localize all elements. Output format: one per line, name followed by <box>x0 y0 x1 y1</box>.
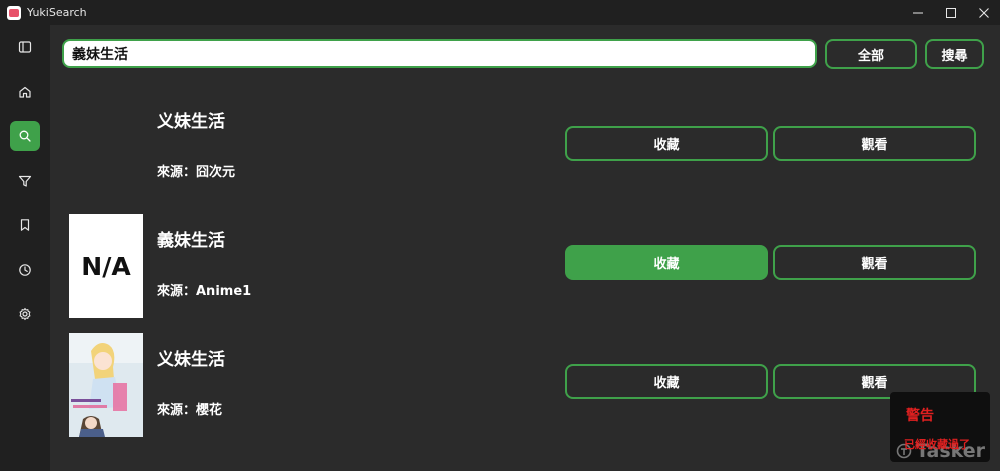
favorite-button[interactable]: 收藏 <box>565 126 768 161</box>
sidebar-item-search[interactable] <box>10 121 40 151</box>
title-bar: YukiSearch <box>0 0 1000 25</box>
warning-toast: 警告 Tasker 已經收藏過了 <box>890 392 990 462</box>
minimize-button[interactable] <box>901 0 934 25</box>
window-controls <box>901 0 1000 25</box>
app-icon <box>7 5 21 20</box>
result-source: 來源：櫻花 <box>157 403 223 418</box>
close-icon <box>978 7 989 18</box>
favorite-button[interactable]: 收藏 <box>565 245 768 280</box>
sidebar <box>0 25 50 471</box>
sidebar-item-settings[interactable] <box>10 299 40 329</box>
sidebar-item-home[interactable] <box>10 77 40 107</box>
search-button[interactable]: 搜尋 <box>925 39 984 69</box>
poster-image <box>69 333 143 437</box>
close-button[interactable] <box>967 0 1000 25</box>
favorite-button[interactable]: 收藏 <box>565 364 768 399</box>
watch-button[interactable]: 觀看 <box>773 245 976 280</box>
gear-icon <box>19 307 31 321</box>
result-source: 來源：囧次元 <box>157 165 236 180</box>
sidebar-item-bookmarks[interactable] <box>10 210 40 240</box>
thumbnail-na-text: N/A <box>81 251 131 281</box>
maximize-button[interactable] <box>934 0 967 25</box>
sidebar-item-history[interactable] <box>10 255 40 285</box>
watch-button[interactable]: 觀看 <box>773 126 976 161</box>
minimize-icon <box>912 12 923 13</box>
sidebar-toggle-icon <box>18 41 32 53</box>
sidebar-item-filter[interactable] <box>10 166 40 196</box>
result-title: 义妹生活 <box>157 350 225 370</box>
search-icon <box>19 130 31 142</box>
search-bar <box>62 39 817 68</box>
poster-illustration <box>69 333 143 437</box>
filter-all-button[interactable]: 全部 <box>825 39 917 69</box>
search-input[interactable] <box>64 41 815 66</box>
bookmark-icon <box>20 219 30 231</box>
sidebar-toggle-button[interactable] <box>10 32 40 62</box>
app-title: YukiSearch <box>27 6 87 19</box>
filter-icon <box>18 175 32 187</box>
home-icon <box>19 86 31 98</box>
maximize-icon <box>945 7 956 18</box>
thumbnail-placeholder: N/A <box>69 214 143 318</box>
result-title: 義妹生活 <box>157 231 225 251</box>
toast-title: 警告 <box>906 408 934 424</box>
toast-message: 已經收藏過了 <box>904 438 970 451</box>
clock-icon <box>19 264 31 276</box>
result-source: 來源：Anime1 <box>157 284 252 299</box>
result-title: 义妹生活 <box>157 112 225 132</box>
